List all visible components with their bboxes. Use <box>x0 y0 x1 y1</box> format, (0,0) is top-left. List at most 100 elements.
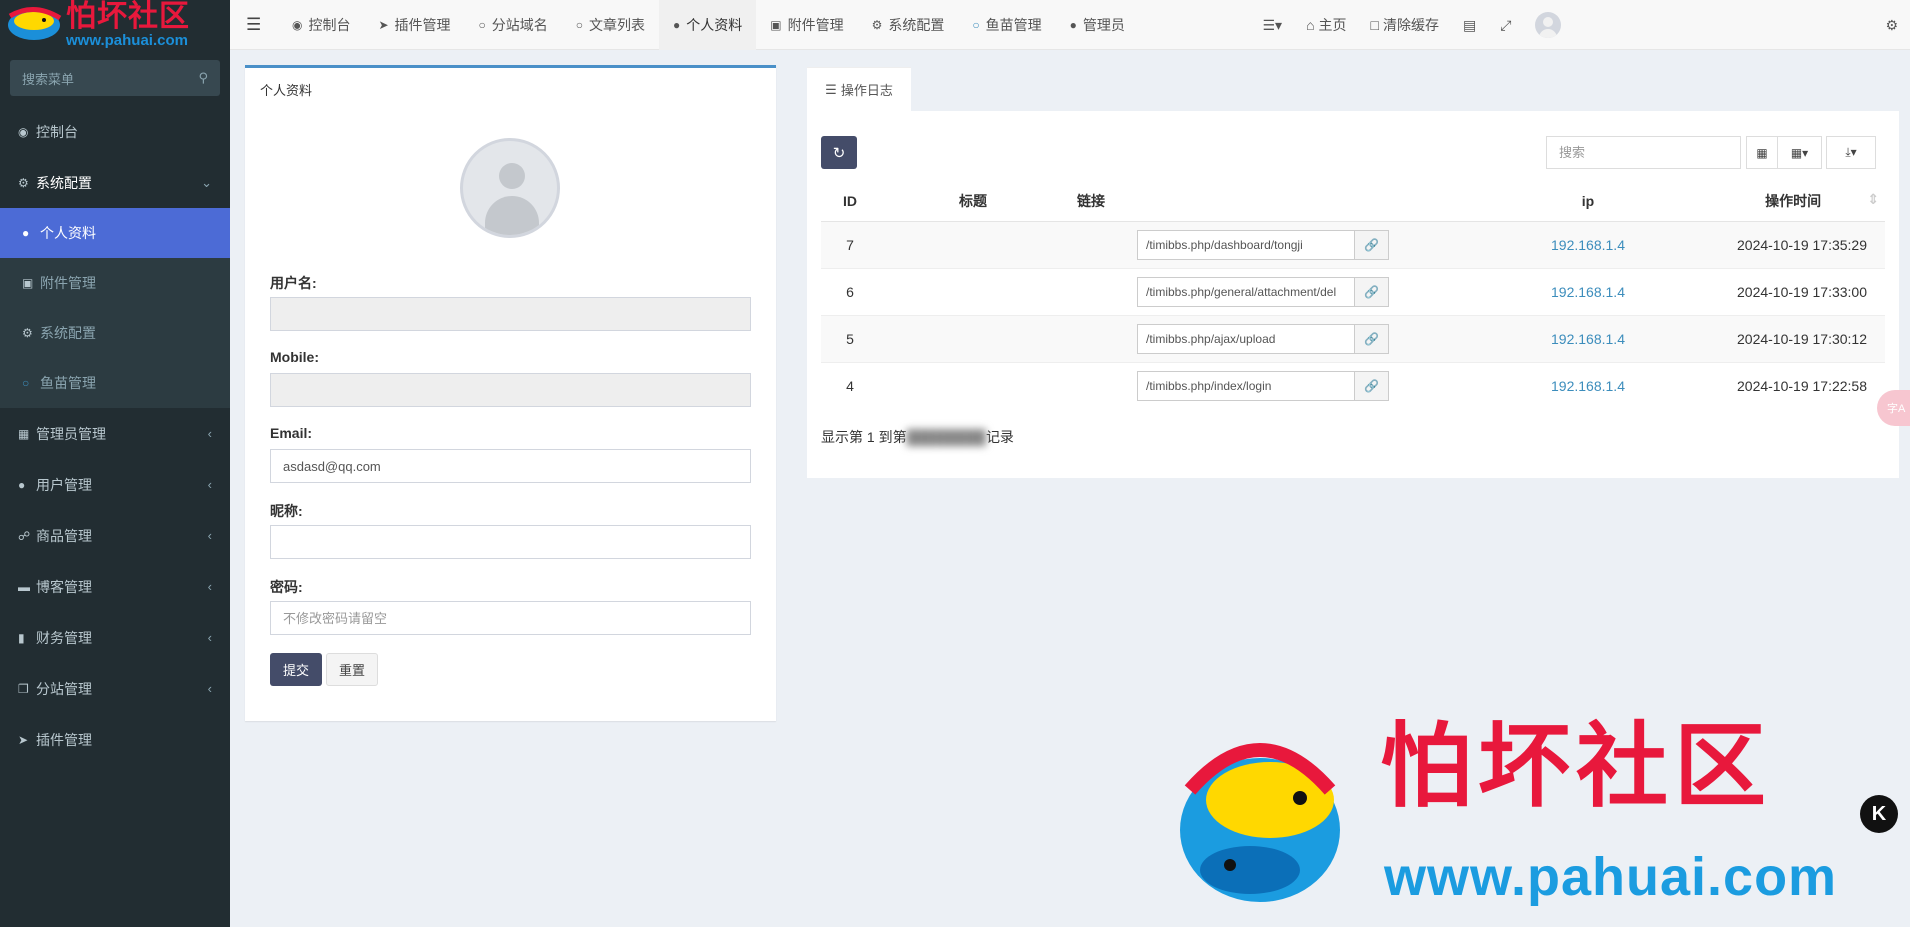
table-row: 6 /timibbs.php/general/attachment/del 🔗 1… <box>821 267 1885 315</box>
reset-button[interactable]: 重置 <box>326 653 378 686</box>
table-search-input[interactable] <box>1546 136 1741 169</box>
email-field[interactable] <box>270 449 751 483</box>
user-icon: ● <box>22 226 30 240</box>
chevron-left-icon: ‹ <box>207 630 212 645</box>
cell-ip[interactable]: 192.168.1.4 <box>1457 267 1719 315</box>
username-field[interactable] <box>270 297 751 331</box>
username-label: 用户名: <box>270 275 317 291</box>
url-text[interactable]: /timibbs.php/general/attachment/del <box>1137 276 1355 307</box>
mobile-label: Mobile: <box>270 349 319 365</box>
log-table: ID 标题 链接 ip 操作时间 ⇕ 7 /timibbs.php/dashboa… <box>821 181 1885 409</box>
user-avatar-button[interactable] <box>1523 12 1573 38</box>
chevron-left-icon: ‹ <box>207 477 212 492</box>
sidebar-search[interactable]: 搜索菜单 ⚲ <box>10 60 220 96</box>
cell-time: 2024-10-19 17:35:29 <box>1719 220 1885 268</box>
logo-url: www.pahuai.com <box>66 32 188 49</box>
toggle-view-button[interactable]: ▦ <box>1746 136 1778 169</box>
rocket-icon: ➤ <box>378 17 389 32</box>
sidebar-item-attachment[interactable]: ▣ 附件管理 <box>0 258 230 308</box>
tab-label: 鱼苗管理 <box>985 16 1042 33</box>
sidebar-item-fish[interactable]: ○ 鱼苗管理 <box>0 358 230 408</box>
operation-log-panel: ↻ ▦ ▦▾ ⤓▾ ID 标题 链接 ip 操作时间 ⇕ 7 /timibbs.p… <box>807 111 1899 478</box>
sidebar-item-label: 鱼苗管理 <box>40 375 96 391</box>
col-link[interactable]: 链接 <box>1067 181 1457 222</box>
gear-icon: ⚙ <box>871 17 883 32</box>
sidebar-item-profile[interactable]: ● 个人资料 <box>0 208 230 258</box>
sidebar-item-admin[interactable]: ▦ 管理员管理 ‹ <box>0 408 230 459</box>
sidebar-item-goods[interactable]: ☍ 商品管理 ‹ <box>0 510 230 561</box>
sidebar-item-config[interactable]: ⚙ 系统配置 <box>0 308 230 358</box>
col-time[interactable]: 操作时间 ⇕ <box>1719 181 1885 222</box>
tab-site-domain[interactable]: ○ 分站域名 <box>465 0 562 50</box>
bookmark-icon: ▮ <box>18 630 25 645</box>
tab-plugins[interactable]: ➤ 插件管理 <box>364 0 464 50</box>
hamburger-icon[interactable]: ☰ <box>246 15 270 35</box>
clear-cache-button[interactable]: □ 清除缓存 <box>1359 15 1451 35</box>
nickname-field[interactable] <box>270 525 751 559</box>
fullscreen-icon: ⤢ <box>1500 16 1512 33</box>
columns-button[interactable]: ▦▾ <box>1778 136 1822 169</box>
link-icon[interactable]: 🔗 <box>1355 276 1389 307</box>
sidebar-item-site[interactable]: ❐ 分站管理 ‹ <box>0 663 230 714</box>
url-text[interactable]: /timibbs.php/index/login <box>1137 370 1355 401</box>
tab-dropdown-button[interactable]: ☰▾ <box>1250 17 1294 34</box>
link-icon[interactable]: 🔗 <box>1355 323 1389 354</box>
col-title[interactable]: 标题 <box>879 181 1067 222</box>
logo-title: 怕坏社区 <box>66 0 190 34</box>
cell-ip[interactable]: 192.168.1.4 <box>1457 361 1719 409</box>
sidebar-menu: ◉ 控制台 ⚙ 系统配置 ⌄ ● 个人资料 ▣ 附件管理 ⚙ 系统配置 ○ 鱼苗管理 ▦ 管理员… <box>0 106 230 765</box>
tab-admin[interactable]: ● 管理员 <box>1056 0 1139 50</box>
sidebar-item-finance[interactable]: ▮ 财务管理 ‹ <box>0 612 230 663</box>
tab-operation-log[interactable]: ☰ 操作日志 <box>807 67 911 111</box>
tab-dashboard[interactable]: ◉ 控制台 <box>278 0 364 50</box>
table-row: 5 /timibbs.php/ajax/upload 🔗 192.168.1.4 2… <box>821 314 1885 362</box>
col-ip[interactable]: ip <box>1457 181 1719 222</box>
col-id[interactable]: ID <box>821 181 879 222</box>
fullscreen-button[interactable]: ⤢ <box>1488 17 1523 34</box>
tab-attachment[interactable]: ▣ 附件管理 <box>756 0 857 50</box>
sidebar-item-plugin[interactable]: ➤ 插件管理 <box>0 714 230 765</box>
url-text[interactable]: /timibbs.php/dashboard/tongji <box>1137 229 1355 260</box>
fish-icon: ○ <box>972 17 980 32</box>
nickname-label: 昵称: <box>270 503 303 519</box>
search-icon: ⚲ <box>198 70 208 85</box>
tab-system-config[interactable]: ⚙ 系统配置 <box>858 0 959 50</box>
tab-profile[interactable]: ● 个人资料 <box>659 0 757 50</box>
link-icon[interactable]: 🔗 <box>1355 229 1389 260</box>
avatar <box>1535 12 1562 38</box>
sidebar-item-system-config[interactable]: ⚙ 系统配置 ⌄ <box>0 157 230 208</box>
cell-ip[interactable]: 192.168.1.4 <box>1457 220 1719 268</box>
translate-button[interactable]: ▤ <box>1451 17 1488 34</box>
submit-button[interactable]: 提交 <box>270 653 322 686</box>
pagination-info: 显示第 1 到第████████记录 <box>821 427 1014 447</box>
home-icon: ⌂ <box>1306 17 1315 33</box>
tab-label: 分站域名 <box>491 16 548 33</box>
profile-panel-title: 个人资料 <box>260 83 313 98</box>
logo[interactable]: 怕坏社区 www.pahuai.com <box>0 0 230 50</box>
password-field[interactable] <box>270 601 751 635</box>
sidebar-item-label: 附件管理 <box>40 275 96 291</box>
tab-articles[interactable]: ○ 文章列表 <box>562 0 659 50</box>
url-text[interactable]: /timibbs.php/ajax/upload <box>1137 323 1355 354</box>
settings-button[interactable]: ⚙ <box>1873 17 1910 34</box>
cell-ip[interactable]: 192.168.1.4 <box>1457 314 1719 362</box>
mobile-field[interactable] <box>270 373 751 407</box>
sidebar-item-label: 分站管理 <box>36 680 92 697</box>
grid-icon: ▦▾ <box>1790 145 1809 160</box>
profile-form: 用户名: Mobile: Email: 昵称: 密码: 提交 重置 <box>270 273 751 686</box>
tab-fish[interactable]: ○ 鱼苗管理 <box>958 0 1055 50</box>
translate-side-tab[interactable]: 字A <box>1877 390 1910 426</box>
export-button[interactable]: ⤓▾ <box>1826 136 1876 169</box>
image-icon: ▣ <box>22 276 34 290</box>
profile-avatar[interactable] <box>460 138 560 238</box>
sidebar-item-blog[interactable]: ▬ 博客管理 ‹ <box>0 561 230 612</box>
chevron-down-icon: ⌄ <box>201 174 212 190</box>
download-icon: ⤓▾ <box>1845 145 1857 159</box>
sidebar-item-user[interactable]: ● 用户管理 ‹ <box>0 459 230 510</box>
cell-id: 6 <box>821 267 879 315</box>
refresh-button[interactable]: ↻ <box>821 136 857 169</box>
home-link[interactable]: ⌂ 主页 <box>1294 15 1358 35</box>
watermark: 怕坏社区 www.pahuai.com K <box>1160 720 1905 920</box>
sidebar-item-dashboard[interactable]: ◉ 控制台 <box>0 106 230 157</box>
link-icon[interactable]: 🔗 <box>1355 370 1389 401</box>
